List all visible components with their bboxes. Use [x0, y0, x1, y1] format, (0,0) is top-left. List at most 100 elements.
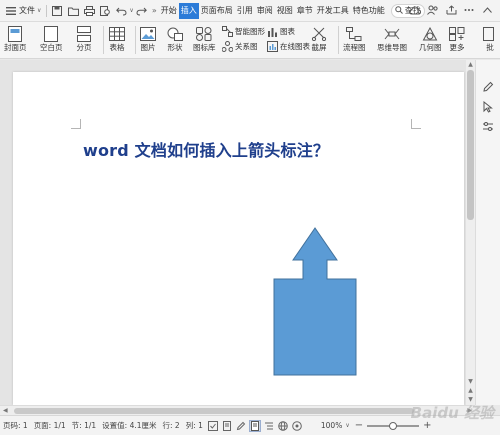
- mindmap-button[interactable]: 思维导图: [377, 25, 407, 53]
- print-icon[interactable]: [82, 4, 96, 18]
- more-options-icon[interactable]: [462, 3, 476, 17]
- tab-home[interactable]: 开始: [159, 3, 179, 19]
- blank-page-icon: [42, 25, 60, 42]
- more-label: 更多: [449, 43, 465, 52]
- icon-library-icon: [195, 25, 213, 42]
- page-break-icon: [75, 25, 93, 42]
- titlebar-actions: [406, 3, 496, 17]
- tab-references[interactable]: 引用: [235, 3, 255, 19]
- up-arrow-callout-shape[interactable]: [273, 227, 359, 377]
- insert-ribbon: 封面页 空白页 分页 表格 图片 形状 图标库 智能图形 关系图 图表 在线图表…: [0, 22, 500, 59]
- tab-special-features[interactable]: 特色功能: [351, 3, 387, 19]
- smart-graphic-icon: [222, 26, 233, 37]
- redo-icon[interactable]: [135, 4, 149, 18]
- open-folder-icon[interactable]: [66, 4, 80, 18]
- online-chart-icon: [267, 41, 278, 52]
- document-canvas[interactable]: word 文档如何插入上箭头标注？: [0, 60, 466, 405]
- share-icon[interactable]: [444, 3, 458, 17]
- more-button[interactable]: 更多: [448, 25, 466, 53]
- horizontal-scrollbar[interactable]: ◀ ▶: [0, 405, 475, 415]
- page-up-icon[interactable]: ▲: [467, 387, 474, 394]
- print-preview-icon[interactable]: [98, 4, 112, 18]
- spell-check-icon[interactable]: [207, 420, 219, 432]
- zoom-out-icon[interactable]: −: [355, 420, 363, 431]
- vertical-scrollbar[interactable]: ▲ ▼ ▲ ▼: [466, 60, 475, 405]
- scroll-up-arrow-icon[interactable]: ▲: [467, 61, 474, 68]
- hamburger-icon: [4, 4, 18, 18]
- batch-button[interactable]: 批: [481, 25, 499, 53]
- tab-insert[interactable]: 插入: [178, 2, 199, 19]
- relation-graph-button[interactable]: 关系图: [222, 41, 258, 52]
- menu-bar: 文件 ∨ ∨ » 开始 插入 页面布局 引用 审阅 视图 章节 开发工具 特色功…: [0, 0, 500, 22]
- tab-page-layout[interactable]: 页面布局: [199, 3, 235, 19]
- table-button[interactable]: 表格: [108, 25, 126, 53]
- zoom-level[interactable]: 100%: [318, 421, 345, 430]
- flowchart-label: 流程图: [343, 43, 366, 52]
- column-status[interactable]: 列: 1: [183, 420, 206, 431]
- chevron-down-icon[interactable]: ∨: [129, 7, 133, 14]
- more-icon[interactable]: »: [152, 6, 157, 15]
- tab-view[interactable]: 视图: [275, 3, 295, 19]
- table-label: 表格: [109, 43, 125, 52]
- document-check-icon[interactable]: [221, 420, 233, 432]
- flowchart-button[interactable]: 流程图: [343, 25, 366, 53]
- screenshot-button[interactable]: 截屏: [310, 25, 328, 53]
- relation-graph-label: 关系图: [235, 42, 258, 51]
- chevron-down-icon: ∨: [37, 7, 42, 14]
- cover-page-label: 封面页: [4, 43, 27, 52]
- reading-mode-icon[interactable]: [291, 420, 303, 432]
- smart-graphic-button[interactable]: 智能图形: [222, 26, 265, 37]
- margin-mark-top-right: [411, 119, 421, 129]
- online-chart-button[interactable]: 在线图表: [267, 41, 310, 52]
- collapse-ribbon-icon[interactable]: [480, 3, 494, 17]
- blank-page-button[interactable]: 空白页: [40, 25, 63, 53]
- tab-developer[interactable]: 开发工具: [315, 3, 351, 19]
- page-break-button[interactable]: 分页: [75, 25, 93, 53]
- page-view-icon[interactable]: [248, 419, 261, 432]
- zoom-slider-knob[interactable]: [389, 421, 398, 430]
- table-icon: [108, 25, 126, 42]
- select-cursor-icon[interactable]: [481, 100, 495, 114]
- file-menu[interactable]: 文件 ∨: [0, 0, 44, 22]
- scroll-down-arrow-icon[interactable]: ▼: [467, 378, 474, 385]
- baidu-watermark: Baidu 经验: [410, 404, 494, 422]
- cover-page-button[interactable]: 封面页: [4, 25, 27, 53]
- chart-label: 图表: [280, 27, 295, 36]
- picture-button[interactable]: 图片: [139, 25, 157, 53]
- setting-value-status[interactable]: 设置值: 4.1厘米: [99, 420, 159, 431]
- outline-view-icon[interactable]: [263, 420, 275, 432]
- row-status[interactable]: 行: 2: [160, 420, 183, 431]
- web-view-icon[interactable]: [277, 420, 289, 432]
- save-icon[interactable]: [50, 4, 64, 18]
- file-label: 文件: [19, 6, 35, 15]
- geometry-button[interactable]: 几何图: [419, 25, 442, 53]
- protect-pen-icon[interactable]: [235, 420, 247, 432]
- shape-label: 形状: [167, 43, 183, 52]
- section-status[interactable]: 节: 1/1: [69, 420, 99, 431]
- document-heading[interactable]: word 文档如何插入上箭头标注？: [83, 137, 329, 161]
- horizontal-scroll-thumb[interactable]: [14, 408, 414, 414]
- properties-sliders-icon[interactable]: [481, 120, 495, 134]
- shape-button[interactable]: 形状: [166, 25, 184, 53]
- zoom-dropdown-icon[interactable]: ∨: [345, 422, 349, 429]
- screenshot-label: 截屏: [311, 43, 327, 52]
- tab-section[interactable]: 章节: [295, 3, 315, 19]
- scroll-left-arrow-icon[interactable]: ◀: [3, 407, 8, 414]
- page-number-status[interactable]: 页码: 1: [0, 420, 31, 431]
- collaboration-icon[interactable]: [426, 3, 440, 17]
- undo-icon[interactable]: [114, 4, 128, 18]
- chart-button[interactable]: 图表: [267, 26, 295, 37]
- icon-library-button[interactable]: 图标库: [193, 25, 216, 53]
- page-count-status[interactable]: 页面: 1/1: [31, 420, 69, 431]
- cloud-sync-icon[interactable]: [408, 3, 422, 17]
- tab-review[interactable]: 审阅: [255, 3, 275, 19]
- document-page[interactable]: word 文档如何插入上箭头标注？: [13, 72, 464, 405]
- edit-pen-icon[interactable]: [481, 80, 495, 94]
- icon-library-label: 图标库: [193, 43, 216, 52]
- divider: [46, 4, 48, 17]
- divider: [135, 26, 136, 54]
- scissors-icon: [310, 25, 328, 42]
- search-icon: [395, 5, 403, 16]
- divider: [103, 26, 104, 54]
- vertical-scroll-thumb[interactable]: [467, 70, 474, 220]
